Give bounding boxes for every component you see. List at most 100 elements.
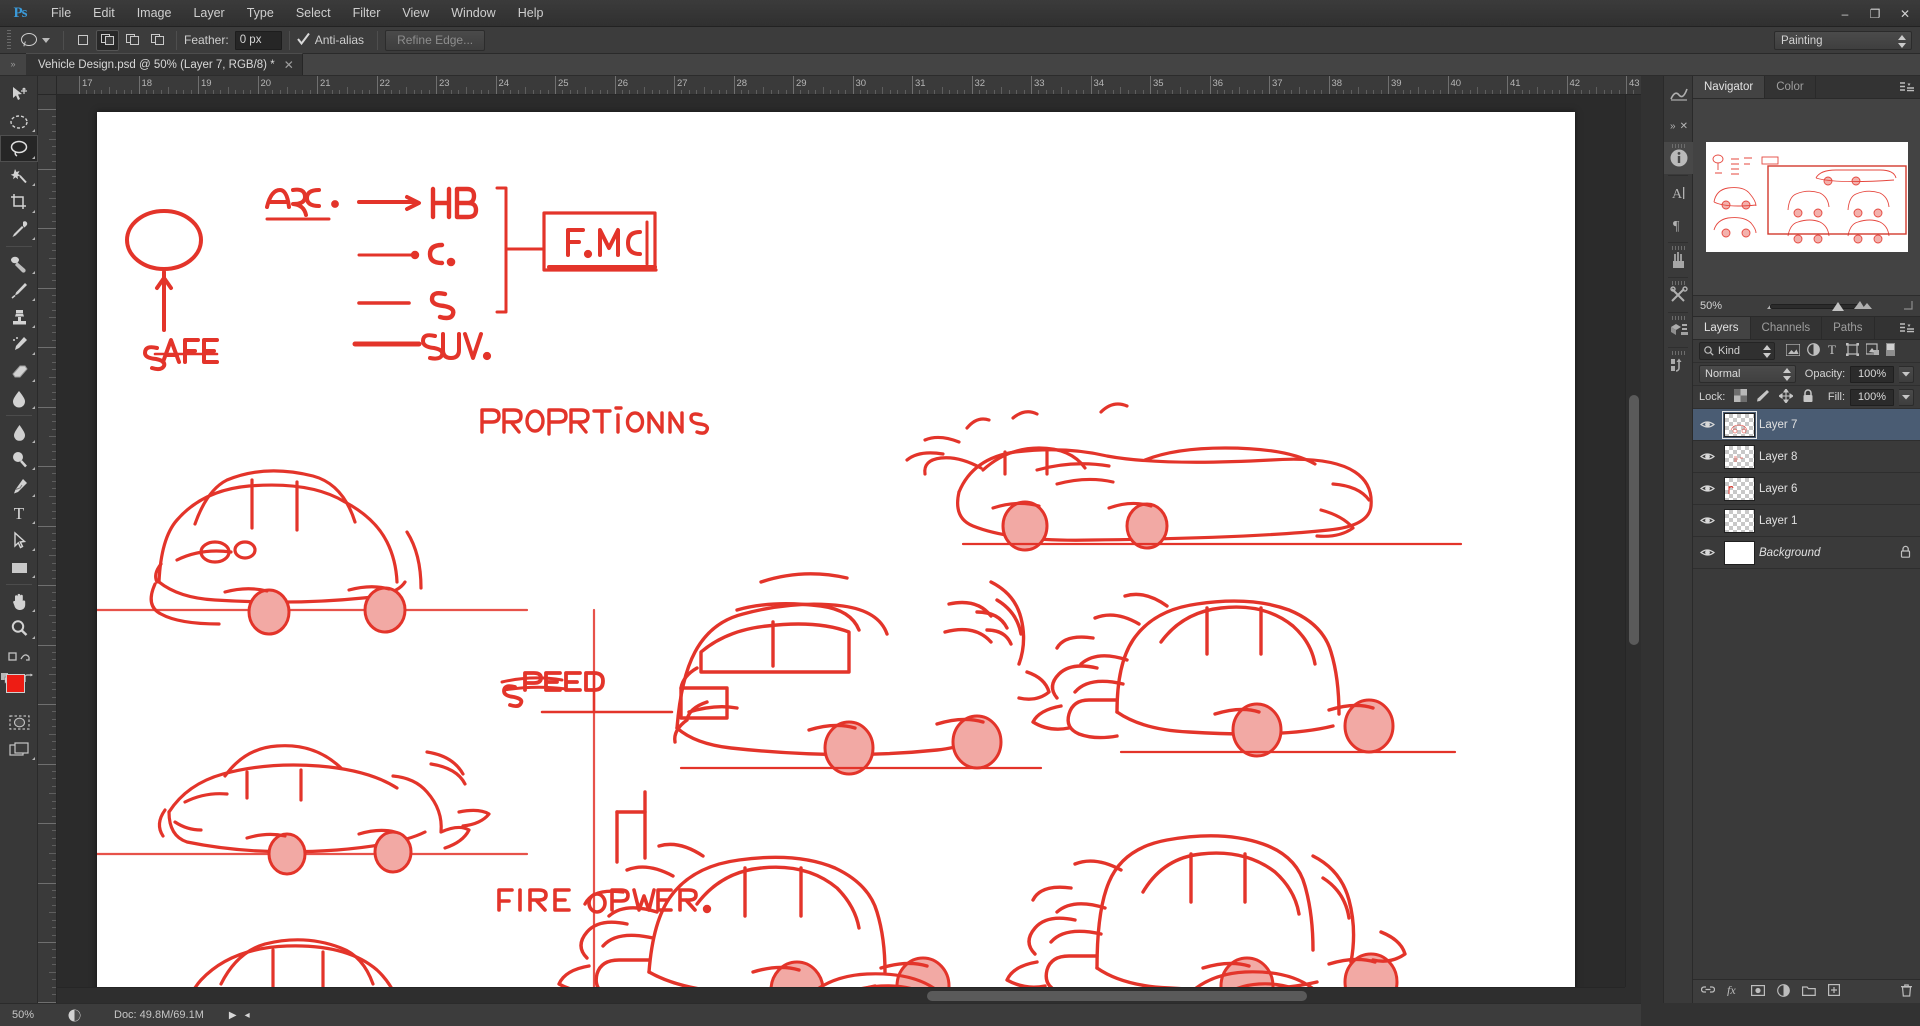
vertical-scroll-thumb[interactable] <box>1629 395 1639 645</box>
menu-filter[interactable]: Filter <box>342 0 392 27</box>
layer-thumbnail[interactable] <box>1719 508 1759 533</box>
zoom-slider-track[interactable] <box>1770 303 1861 309</box>
clone-stamp-tool[interactable] <box>0 304 38 331</box>
status-zoom-level[interactable]: 50% <box>0 1009 62 1021</box>
adjustment-layer-icon[interactable] <box>1777 983 1790 1000</box>
tab-channels[interactable]: Channels <box>1750 317 1823 339</box>
document-tab[interactable]: Vehicle Design.psd @ 50% (Layer 7, RGB/8… <box>26 53 303 75</box>
restore-button[interactable]: ❐ <box>1860 0 1890 27</box>
tool-presets-panel-icon[interactable] <box>1664 279 1694 311</box>
layer-visibility-toggle[interactable] <box>1695 483 1719 494</box>
horizontal-ruler[interactable]: 17 18 19 20 21 22 23 24 25 26 27 28 29 30 31 32 33 34 35 36… <box>57 76 1641 95</box>
tab-color[interactable]: Color <box>1765 76 1816 98</box>
menu-image[interactable]: Image <box>126 0 183 27</box>
status-collapse-icon[interactable]: ◂ <box>245 1010 250 1021</box>
tabbar-expand-icon[interactable]: » <box>0 53 26 75</box>
opacity-stepper[interactable] <box>1899 365 1914 383</box>
blur-tool[interactable] <box>0 419 38 446</box>
navigator-zoom-value[interactable]: 50% <box>1700 300 1740 312</box>
layer-visibility-toggle[interactable] <box>1695 451 1719 462</box>
filter-adjustment-icon[interactable] <box>1807 343 1820 359</box>
info-panel-icon[interactable] <box>1664 142 1694 174</box>
opacity-input[interactable]: 100% <box>1850 365 1895 383</box>
spinner-icon[interactable] <box>1782 368 1791 381</box>
foreground-color-swatch[interactable] <box>6 674 25 693</box>
canvas-horizontal-scrollbar[interactable] <box>57 987 1625 1003</box>
expand-icon[interactable]: » <box>1670 121 1676 132</box>
vertical-ruler[interactable] <box>38 95 57 1003</box>
layer-name[interactable]: Layer 7 <box>1759 419 1920 431</box>
spot-healing-brush-tool[interactable] <box>0 250 38 277</box>
magic-wand-tool[interactable] <box>0 162 38 189</box>
workspace-selector[interactable]: Painting <box>1774 31 1912 50</box>
lock-position-icon[interactable] <box>1778 387 1795 406</box>
layer-name[interactable]: Background <box>1759 547 1900 559</box>
document-canvas[interactable] <box>97 112 1575 987</box>
fill-stepper[interactable] <box>1899 388 1914 406</box>
brush-tool[interactable] <box>0 277 38 304</box>
eraser-tool[interactable] <box>0 358 38 385</box>
navigator-resize-icon[interactable] <box>1903 299 1913 313</box>
fill-input[interactable]: 100% <box>1850 388 1894 406</box>
menu-view[interactable]: View <box>391 0 440 27</box>
filter-type-icon[interactable]: T <box>1827 342 1839 359</box>
canvas-viewport[interactable]: 人 RRCG 人人素材 <box>57 95 1625 987</box>
filter-smart-object-icon[interactable] <box>1865 343 1879 359</box>
minimize-button[interactable]: – <box>1830 0 1860 27</box>
lock-transparent-pixels-icon[interactable] <box>1734 389 1748 405</box>
rectangle-tool[interactable] <box>0 554 38 581</box>
layer-row-layer-8[interactable]: Layer 8 <box>1693 441 1920 473</box>
link-layers-icon[interactable] <box>1700 984 1716 999</box>
new-layer-icon[interactable] <box>1828 984 1841 999</box>
history-panel-icon[interactable] <box>1664 78 1694 110</box>
move-tool[interactable] <box>0 81 38 108</box>
layer-visibility-toggle[interactable] <box>1695 419 1719 430</box>
navigator-zoom-slider[interactable] <box>1748 299 1895 313</box>
character-panel-icon[interactable]: A <box>1664 177 1694 209</box>
intersect-selection-button[interactable] <box>146 30 169 51</box>
horizontal-scroll-thumb[interactable] <box>927 991 1307 1001</box>
blend-mode-select[interactable]: Normal <box>1699 365 1796 383</box>
panel-grip[interactable] <box>1672 316 1686 320</box>
close-icon[interactable]: ✕ <box>1680 121 1688 132</box>
menu-select[interactable]: Select <box>285 0 342 27</box>
options-bar-grip[interactable] <box>4 30 13 50</box>
layer-visibility-toggle[interactable] <box>1695 515 1719 526</box>
tab-paths[interactable]: Paths <box>1822 317 1875 339</box>
layer-visibility-toggle[interactable] <box>1695 547 1719 558</box>
layer-thumbnail[interactable] <box>1719 410 1759 439</box>
edit-toolbar-button[interactable] <box>0 642 38 669</box>
close-button[interactable]: ✕ <box>1890 0 1920 27</box>
lock-all-icon[interactable] <box>1802 388 1814 406</box>
navigator-preview[interactable] <box>1693 99 1920 295</box>
layer-row-layer-1[interactable]: Layer 1 <box>1693 505 1920 537</box>
menu-file[interactable]: File <box>40 0 82 27</box>
tab-navigator[interactable]: Navigator <box>1693 76 1766 98</box>
layer-name[interactable]: Layer 1 <box>1759 515 1920 527</box>
quick-mask-button[interactable] <box>0 709 38 736</box>
brush-presets-panel-icon[interactable] <box>1664 244 1694 276</box>
actions-panel-icon[interactable] <box>1664 349 1694 381</box>
zoom-tool[interactable] <box>0 615 38 642</box>
elliptical-marquee-tool[interactable] <box>0 108 38 135</box>
chevron-down-icon[interactable] <box>42 37 50 43</box>
layer-name[interactable]: Layer 6 <box>1759 483 1920 495</box>
spinner-icon[interactable] <box>1763 345 1771 358</box>
layer-row-background[interactable]: Background <box>1693 537 1920 569</box>
hand-tool[interactable] <box>0 588 38 615</box>
menu-window[interactable]: Window <box>440 0 506 27</box>
type-tool[interactable]: T <box>0 500 38 527</box>
layer-mask-icon[interactable] <box>1751 984 1766 999</box>
new-selection-button[interactable] <box>71 30 94 51</box>
subtract-from-selection-button[interactable] <box>121 30 144 51</box>
dodge-tool[interactable] <box>0 446 38 473</box>
history-brush-tool[interactable] <box>0 331 38 358</box>
menu-type[interactable]: Type <box>236 0 285 27</box>
layer-style-icon[interactable]: fx <box>1727 983 1739 999</box>
panel-menu-icon[interactable] <box>1900 323 1914 334</box>
refine-edge-button[interactable]: Refine Edge... <box>385 29 486 51</box>
layer-thumbnail[interactable] <box>1719 476 1759 501</box>
lasso-tool[interactable] <box>0 135 38 162</box>
navigator-thumbnail[interactable] <box>1705 142 1908 252</box>
panel-menu-icon[interactable] <box>1900 82 1914 93</box>
